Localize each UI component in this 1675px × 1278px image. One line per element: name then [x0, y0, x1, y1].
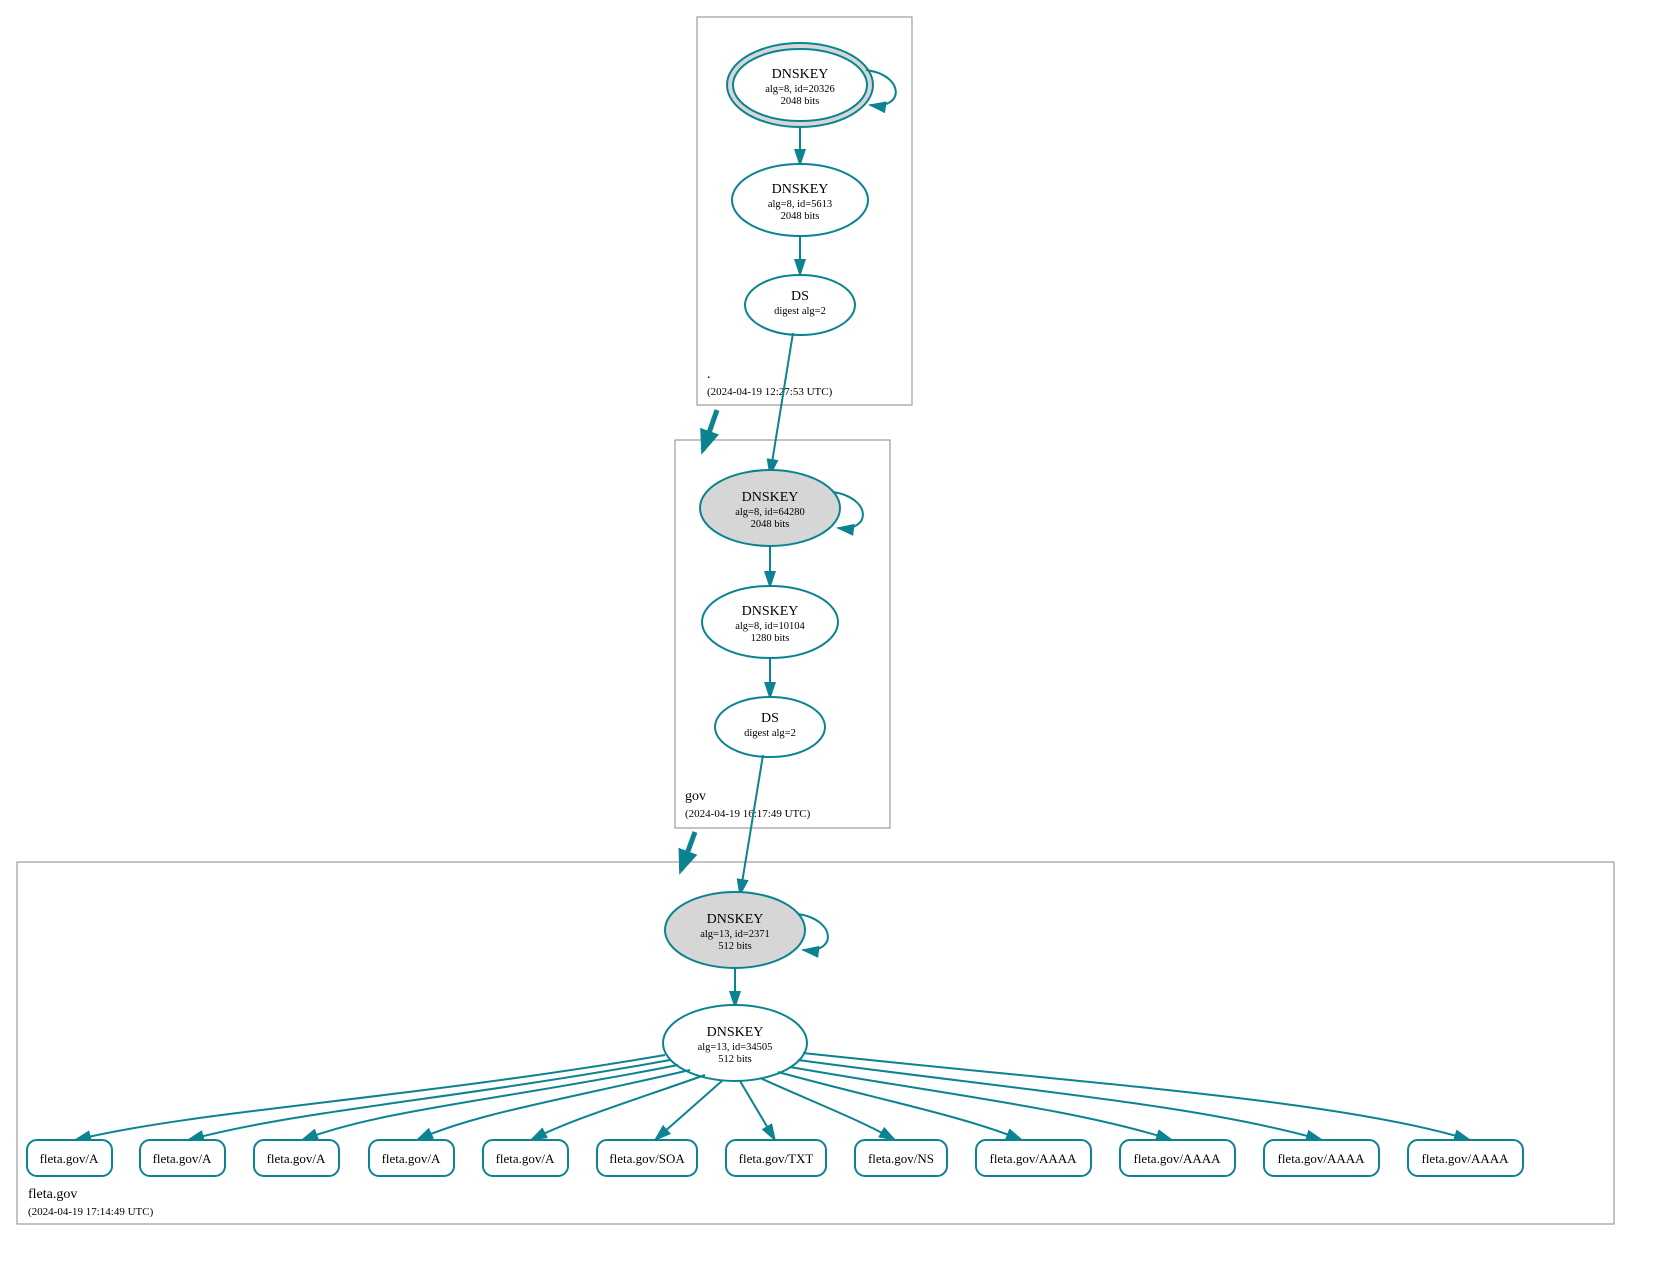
leaf-8: fleta.gov/AAAA [976, 1140, 1091, 1176]
svg-text:fleta.gov/A: fleta.gov/A [267, 1151, 326, 1166]
node-root-ds: DS digest alg=2 [745, 275, 855, 335]
svg-text:DNSKEY: DNSKEY [707, 912, 764, 927]
node-fleta-ksk: DNSKEY alg=13, id=2371 512 bits [665, 892, 805, 968]
dnssec-diagram: . (2024-04-19 12:27:53 UTC) DNSKEY alg=8… [0, 0, 1675, 1278]
svg-text:DNSKEY: DNSKEY [707, 1025, 764, 1040]
leaf-5: fleta.gov/SOA [597, 1140, 697, 1176]
zone-root-timestamp: (2024-04-19 12:27:53 UTC) [707, 386, 833, 398]
zone-root-label: . [707, 367, 711, 382]
svg-text:DNSKEY: DNSKEY [772, 182, 829, 197]
svg-text:digest alg=2: digest alg=2 [774, 306, 826, 317]
leaf-11: fleta.gov/AAAA [1408, 1140, 1523, 1176]
svg-text:fleta.gov/TXT: fleta.gov/TXT [739, 1151, 814, 1166]
svg-text:fleta.gov/A: fleta.gov/A [153, 1151, 212, 1166]
svg-text:alg=13, id=34505: alg=13, id=34505 [698, 1042, 773, 1053]
svg-text:2048 bits: 2048 bits [751, 519, 790, 530]
svg-text:fleta.gov/AAAA: fleta.gov/AAAA [1421, 1151, 1509, 1166]
node-fleta-zsk: DNSKEY alg=13, id=34505 512 bits [663, 1005, 807, 1081]
svg-text:DS: DS [791, 289, 809, 304]
svg-text:2048 bits: 2048 bits [781, 211, 820, 222]
svg-text:fleta.gov/SOA: fleta.gov/SOA [609, 1151, 685, 1166]
svg-text:2048 bits: 2048 bits [781, 96, 820, 107]
leaf-6: fleta.gov/TXT [726, 1140, 826, 1176]
svg-text:1280 bits: 1280 bits [751, 633, 790, 644]
edge-gov-ds-to-fleta-ksk [740, 755, 763, 895]
leaf-4: fleta.gov/A [483, 1140, 568, 1176]
svg-text:alg=8, id=20326: alg=8, id=20326 [765, 84, 835, 95]
svg-text:alg=13, id=2371: alg=13, id=2371 [700, 929, 770, 940]
edge-gov-to-fleta-zone [681, 832, 695, 870]
svg-text:digest alg=2: digest alg=2 [744, 728, 796, 739]
svg-text:fleta.gov/AAAA: fleta.gov/AAAA [989, 1151, 1077, 1166]
leaf-9: fleta.gov/AAAA [1120, 1140, 1235, 1176]
svg-text:DS: DS [761, 711, 779, 726]
svg-text:DNSKEY: DNSKEY [772, 67, 829, 82]
svg-text:fleta.gov/AAAA: fleta.gov/AAAA [1277, 1151, 1365, 1166]
leaf-2: fleta.gov/A [254, 1140, 339, 1176]
node-gov-ds: DS digest alg=2 [715, 697, 825, 757]
svg-text:fleta.gov/A: fleta.gov/A [382, 1151, 441, 1166]
svg-text:fleta.gov/A: fleta.gov/A [40, 1151, 99, 1166]
node-gov-zsk: DNSKEY alg=8, id=10104 1280 bits [702, 586, 838, 658]
leaf-1: fleta.gov/A [140, 1140, 225, 1176]
svg-text:alg=8, id=10104: alg=8, id=10104 [735, 621, 805, 632]
edge-root-to-gov-zone [703, 410, 717, 450]
svg-text:DNSKEY: DNSKEY [742, 490, 799, 505]
leaf-3: fleta.gov/A [369, 1140, 454, 1176]
leaf-7: fleta.gov/NS [855, 1140, 947, 1176]
svg-text:alg=8, id=5613: alg=8, id=5613 [768, 199, 832, 210]
leaf-0: fleta.gov/A [27, 1140, 112, 1176]
svg-text:fleta.gov/A: fleta.gov/A [496, 1151, 555, 1166]
svg-text:512 bits: 512 bits [718, 1054, 752, 1065]
leaf-10: fleta.gov/AAAA [1264, 1140, 1379, 1176]
node-root-zsk: DNSKEY alg=8, id=5613 2048 bits [732, 164, 868, 236]
zone-fleta-label: fleta.gov [28, 1187, 77, 1202]
node-root-ksk: DNSKEY alg=8, id=20326 2048 bits [727, 43, 873, 127]
zone-gov-label: gov [685, 789, 706, 804]
zone-fleta-timestamp: (2024-04-19 17:14:49 UTC) [28, 1206, 154, 1218]
svg-text:fleta.gov/AAAA: fleta.gov/AAAA [1133, 1151, 1221, 1166]
node-gov-ksk: DNSKEY alg=8, id=64280 2048 bits [700, 470, 840, 546]
zone-gov-timestamp: (2024-04-19 16:17:49 UTC) [685, 808, 811, 820]
svg-text:fleta.gov/NS: fleta.gov/NS [868, 1151, 934, 1166]
svg-text:DNSKEY: DNSKEY [742, 604, 799, 619]
svg-text:512 bits: 512 bits [718, 941, 752, 952]
edge-root-ds-to-gov-ksk [770, 333, 793, 475]
svg-text:alg=8, id=64280: alg=8, id=64280 [735, 507, 805, 518]
